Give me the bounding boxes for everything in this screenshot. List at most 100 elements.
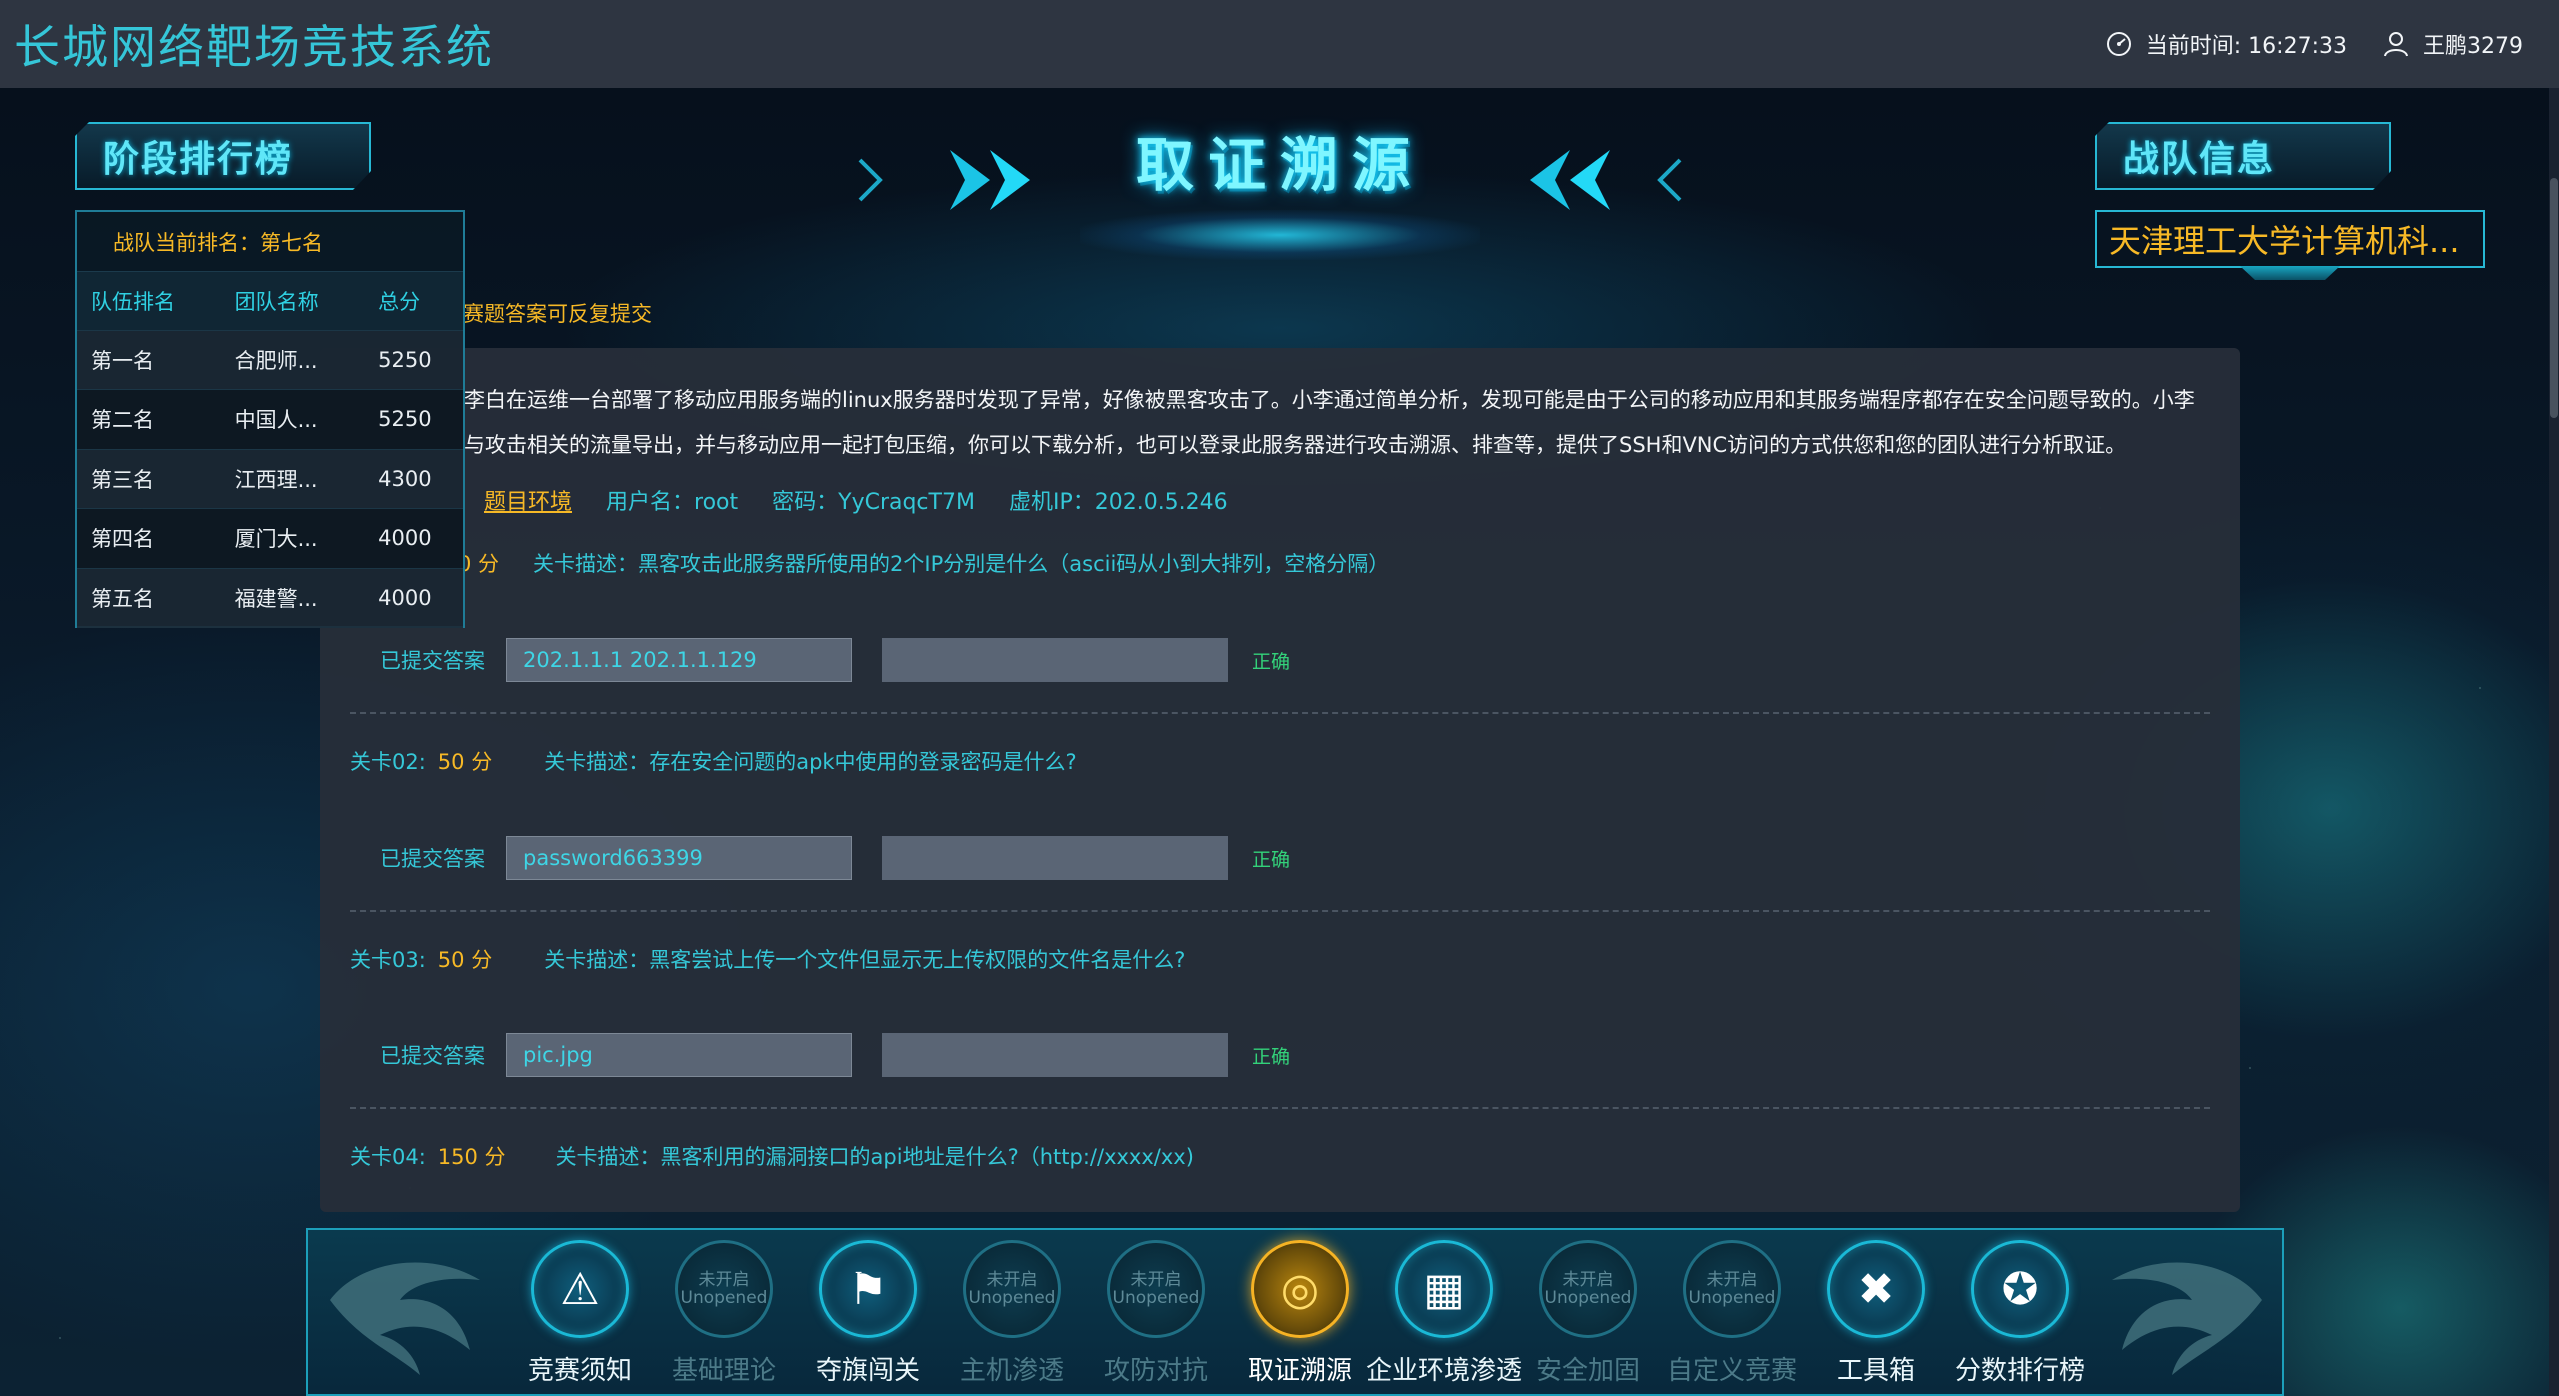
page-scrollbar[interactable] (2549, 88, 2559, 1396)
column-header: 总分 (364, 272, 463, 330)
env-password: 密码：YyCraqcT7M (772, 490, 975, 515)
level-description: 关卡描述：黑客攻击此服务器所使用的2个IP分别是什么（ascii码从小到大排列，… (533, 552, 1390, 576)
nav-item-custom-competition[interactable]: 未开启 Unopened 自定义竞赛 (1662, 1240, 1802, 1396)
current-team-rank: 战队当前排名：第七名 (77, 212, 463, 272)
time-text: 当前时间: 16:27:33 (2145, 34, 2347, 59)
top-right-info: 当前时间: 16:27:33 王鹏3279 (2104, 28, 2523, 60)
nav-item-basic-theory[interactable]: 未开启 Unopened 基础理论 (654, 1240, 794, 1396)
user-menu[interactable]: 王鹏3279 (2381, 28, 2523, 60)
divider (350, 910, 2210, 912)
column-header: 队伍排名 (77, 272, 221, 330)
nav-item-ctf[interactable]: ⚑ 夺旗闯关 (798, 1240, 938, 1396)
nav-label: 竞赛须知 (527, 1356, 632, 1386)
nav-item-security-hardening[interactable]: 未开启 Unopened 安全加固 (1518, 1240, 1658, 1396)
rank-cell: 第一名 (77, 329, 221, 390)
answer-status: 正确 (1252, 650, 1291, 673)
nav-item-enterprise-penetration[interactable]: ▦ 企业环境渗透 (1366, 1240, 1522, 1396)
environment-link[interactable]: 题目环境 (484, 484, 572, 516)
answer-input[interactable] (882, 638, 1228, 682)
target-icon: ◎ (1251, 1240, 1349, 1338)
submitted-answer-field: pic.jpg (506, 1033, 852, 1077)
nav-label: 企业环境渗透 (1366, 1356, 1523, 1386)
answer-input[interactable] (882, 836, 1228, 880)
nav-item-toolbox[interactable]: ✖ 工具箱 (1806, 1240, 1946, 1396)
nav-label: 安全加固 (1535, 1356, 1640, 1386)
level-label: 关卡04: (350, 1145, 426, 1169)
level-02-answer-row: 已提交答案 password663399 正确 (380, 836, 1290, 880)
challenge-description: 李白在运维一台部署了移动应用服务端的linux服务器时发现了异常，好像被黑客攻击… (464, 378, 2204, 468)
tools-icon: ✖ (1827, 1240, 1925, 1338)
left-dragon-emblem (330, 1262, 480, 1375)
locked-icon: 未开启 Unopened (1539, 1240, 1637, 1338)
answer-label: 已提交答案 (380, 1044, 485, 1068)
score-cell: 5250 (364, 389, 463, 449)
column-header: 团队名称 (220, 272, 365, 330)
nav-label: 主机渗透 (959, 1356, 1064, 1386)
environment-info: 题目环境 用户名：root 密码：YyCraqcT7M 虚机IP：202.0.5… (484, 484, 1228, 516)
nav-item-attack-defense[interactable]: 未开启 Unopened 攻防对抗 (1086, 1240, 1226, 1396)
answer-label: 已提交答案 (380, 649, 485, 673)
top-bar: 长城网络靶场竞技系统 当前时间: 16:27:33 王鹏3279 (0, 0, 2559, 88)
rank-cell: 第三名 (77, 448, 221, 509)
level-score: 50 分 (437, 948, 493, 972)
level-01-header: 0 分 关卡描述：黑客攻击此服务器所使用的2个IP分别是什么（ascii码从小到… (458, 548, 1389, 578)
resubmit-note: 赛题答案可反复提交 (463, 302, 652, 326)
level-score: 150 分 (437, 1145, 506, 1169)
answer-label: 已提交答案 (380, 847, 485, 871)
clock-icon (2106, 32, 2131, 56)
answer-input[interactable] (882, 1033, 1228, 1077)
nav-item-host-penetration[interactable]: 未开启 Unopened 主机渗透 (942, 1240, 1082, 1396)
rank-cell: 第四名 (77, 508, 221, 568)
level-01-answer-row: 已提交答案 202.1.1.1 202.1.1.129 正确 (380, 638, 1290, 682)
nav-label: 工具箱 (1836, 1356, 1915, 1386)
score-cell: 4300 (364, 448, 463, 509)
user-name: 王鹏3279 (2423, 34, 2523, 59)
flag-icon: ⚑ (819, 1240, 917, 1338)
user-icon (2384, 32, 2408, 57)
answer-status: 正确 (1252, 1045, 1291, 1068)
section-banner: 取证溯源 (820, 100, 1740, 260)
nav-label: 夺旗闯关 (815, 1356, 920, 1386)
scroll-thumb[interactable] (2550, 178, 2558, 418)
table-row: 第五名 福建警... 4000 (77, 567, 463, 628)
level-score: 50 分 (437, 750, 493, 774)
answer-status: 正确 (1252, 848, 1291, 871)
level-label: 关卡03: (350, 948, 426, 972)
leaderboard-panel: 战队当前排名：第七名 队伍排名 团队名称 总分 第一名 合肥师... 5250 … (75, 210, 465, 628)
current-time: 当前时间: 16:27:33 (2104, 28, 2347, 60)
table-row: 第二名 中国人... 5250 (77, 389, 463, 449)
team-name-box: 天津理工大学计算机科... (2095, 210, 2485, 268)
score-cell: 4000 (364, 567, 463, 628)
locked-icon: 未开启 Unopened (1107, 1240, 1205, 1338)
module-navigation: ⚠ 竞赛须知 未开启 Unopened 基础理论 ⚑ 夺旗闯关 未开启 Unop… (510, 1240, 2090, 1396)
nav-label: 自定义竞赛 (1666, 1356, 1797, 1386)
level-04-header: 关卡04: 150 分 关卡描述：黑客利用的漏洞接口的api地址是什么?（htt… (350, 1141, 1194, 1171)
score-cell: 5250 (364, 329, 463, 390)
medal-icon: ✪ (1971, 1240, 2069, 1338)
nav-label: 攻防对抗 (1103, 1356, 1208, 1386)
locked-icon: 未开启 Unopened (963, 1240, 1061, 1338)
level-02-header: 关卡02: 50 分 关卡描述：存在安全问题的apk中使用的登录密码是什么? (350, 746, 1077, 776)
env-username: 用户名：root (606, 490, 739, 515)
team-cell: 中国人... (220, 389, 365, 449)
level-description: 关卡描述：黑客尝试上传一个文件但显示无上传权限的文件名是什么? (544, 948, 1186, 972)
nav-item-competition-notice[interactable]: ⚠ 竞赛须知 (510, 1240, 650, 1396)
leaderboard-table: 队伍排名 团队名称 总分 第一名 合肥师... 5250 第二名 中国人... … (77, 272, 463, 628)
team-cell: 江西理... (220, 448, 365, 509)
nav-item-forensics[interactable]: ◎ 取证溯源 (1230, 1240, 1370, 1396)
rank-cell: 第五名 (77, 567, 221, 628)
locked-icon: 未开启 Unopened (675, 1240, 773, 1338)
team-box-decor (2240, 266, 2340, 280)
nav-label: 取证溯源 (1247, 1356, 1352, 1386)
score-cell: 4000 (364, 508, 463, 568)
rank-cell: 第二名 (77, 389, 221, 449)
level-description: 关卡描述：黑客利用的漏洞接口的api地址是什么?（http://xxxx/xx) (555, 1145, 1194, 1169)
divider (350, 1107, 2210, 1109)
challenge-panel (320, 348, 2240, 1212)
nav-label: 基础理论 (671, 1356, 776, 1386)
team-cell: 福建警... (220, 567, 365, 628)
table-row: 第四名 厦门大... 4000 (77, 508, 463, 568)
app-title: 长城网络靶场竞技系统 (14, 20, 494, 74)
description-line-2: 与攻击相关的流量导出，并与移动应用一起打包压缩，你可以下载分析，也可以登录此服务… (464, 433, 2127, 457)
nav-item-score-ranking[interactable]: ✪ 分数排行榜 (1950, 1240, 2090, 1396)
